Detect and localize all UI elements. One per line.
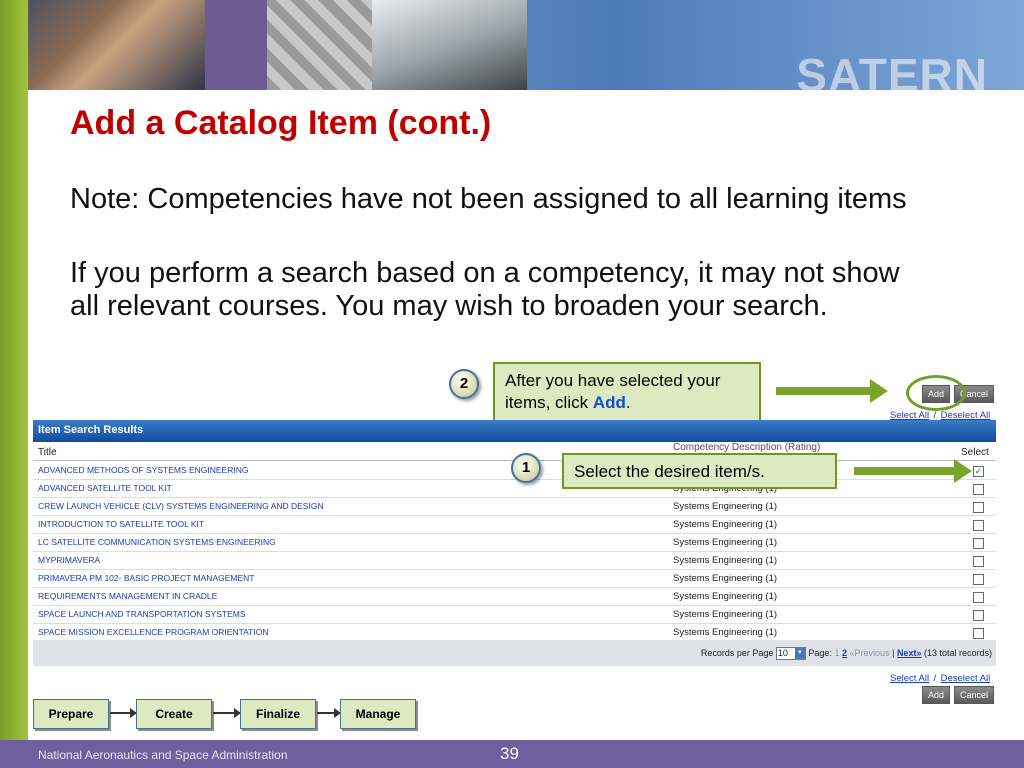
table-row: SPACE LAUNCH AND TRANSPORTATION SYSTEMS S… (33, 606, 996, 624)
deselect-all-link-bottom[interactable]: Deselect All (941, 673, 991, 684)
callout-step-1: Select the desired item/s. (562, 453, 837, 489)
row-competency: Systems Engineering (1) (673, 519, 778, 530)
total-records: (13 total records) (923, 647, 992, 658)
page-label: Page: (808, 647, 832, 658)
add-button-bottom[interactable]: Add (922, 686, 950, 704)
checkbox[interactable] (973, 484, 984, 495)
checkbox[interactable] (973, 628, 984, 639)
row-competency: Systems Engineering (1) (673, 627, 778, 638)
checkbox[interactable] (973, 502, 984, 513)
select-all-link-bottom[interactable]: Select All (890, 673, 929, 684)
left-accent-bar (0, 0, 28, 740)
column-title: Title (38, 447, 57, 458)
table-row: ADVANCED SATELLITE TOOL KITSystems Engin… (33, 480, 996, 498)
checkbox[interactable] (973, 538, 984, 549)
flow-step-create: Create (136, 699, 212, 729)
row-competency: Systems Engineering (1) (673, 591, 778, 602)
checkbox[interactable] (973, 520, 984, 531)
select-links-bottom: Select All / Deselect All (890, 668, 990, 686)
records-per-page-value: 10 (777, 648, 788, 658)
chevron-down-icon: ▼ (794, 648, 805, 659)
step-1-badge: 1 (511, 453, 541, 483)
column-select: Select (961, 447, 989, 458)
row-title-link[interactable]: INTRODUCTION TO SATELLITE TOOL KIT (38, 519, 204, 529)
pager-divider: | (892, 647, 895, 658)
slide: SATERN Add a Catalog Item (cont.) Note: … (0, 0, 1024, 768)
header-banner: SATERN (0, 0, 1024, 90)
slide-title: Add a Catalog Item (cont.) (70, 104, 492, 142)
row-title-link[interactable]: CREW LAUNCH VEHICLE (CLV) SYSTEMS ENGINE… (38, 501, 324, 511)
flow-arrow-icon (213, 708, 241, 718)
table-row: LC SATELLITE COMMUNICATION SYSTEMS ENGIN… (33, 534, 996, 552)
footer-agency: National Aeronautics and Space Administr… (38, 748, 288, 762)
pattern-photo (267, 0, 372, 90)
link-separator: / (933, 673, 937, 684)
row-title-link[interactable]: PRIMAVERA PM 102- BASIC PROJECT MANAGEME… (38, 573, 254, 583)
checkbox[interactable] (973, 574, 984, 585)
arrow-to-checkbox-icon (854, 459, 972, 483)
row-competency: Systems Engineering (1) (673, 501, 778, 512)
table-row: MYPRIMAVERA Systems Engineering (1) (33, 552, 996, 570)
row-title-link[interactable]: SPACE LAUNCH AND TRANSPORTATION SYSTEMS (38, 609, 246, 619)
row-title-link[interactable]: REQUIREMENTS MANAGEMENT IN CRADLE (38, 591, 217, 601)
flow-step-manage: Manage (340, 699, 416, 729)
records-per-page-select[interactable]: 10 ▼ (775, 647, 806, 660)
row-competency: Systems Engineering (1) (673, 609, 778, 620)
page-2-link[interactable]: 2 (842, 648, 847, 658)
satern-logo: SATERN (796, 49, 988, 90)
row-competency: Systems Engineering (1) (673, 537, 778, 548)
callout-step-2: After you have selected your items, clic… (493, 362, 761, 424)
checkbox[interactable] (973, 610, 984, 621)
arrow-to-add-icon (776, 379, 888, 403)
checked-checkbox[interactable]: ✓ (973, 466, 984, 477)
column-competency: Competency Description (Rating) (673, 442, 821, 453)
page-1: 1 (834, 647, 840, 658)
table-row: INTRODUCTION TO SATELLITE TOOL KIT System… (33, 516, 996, 534)
row-title-link[interactable]: ADVANCED SATELLITE TOOL KIT (38, 483, 172, 493)
footer-bar: National Aeronautics and Space Administr… (0, 740, 1024, 768)
row-title-link[interactable]: SPACE MISSION EXCELLENCE PROGRAM ORIENTA… (38, 627, 268, 637)
page-number: 39 (500, 744, 519, 763)
step-2-badge: 2 (449, 369, 479, 399)
row-title-link[interactable]: ADVANCED METHODS OF SYSTEMS ENGINEERING (38, 465, 248, 475)
table-row: PRIMAVERA PM 102- BASIC PROJECT MANAGEME… (33, 570, 996, 588)
records-per-page-label: Records per Page (700, 647, 774, 658)
table-row: REQUIREMENTS MANAGEMENT IN CRADLE Systems… (33, 588, 996, 606)
callout-step-2-end: . (625, 393, 631, 412)
flow-arrow-icon (317, 708, 341, 718)
checkbox[interactable] (973, 592, 984, 603)
people-photo (0, 0, 205, 90)
flow-arrow-icon (110, 708, 137, 718)
previous-link: «Previous (849, 647, 890, 658)
row-competency: Systems Engineering (1) (673, 555, 778, 566)
flow-step-prepare: Prepare (33, 699, 109, 729)
next-link[interactable]: Next» (897, 648, 922, 658)
callout-step-2-emphasis: Add (592, 393, 626, 412)
banner-purple-strip (205, 0, 267, 90)
row-competency: Systems Engineering (1) (673, 573, 778, 584)
note-text: Note: Competencies have not been assigne… (70, 183, 907, 215)
keyboard-photo (372, 0, 527, 90)
checkbox[interactable] (973, 556, 984, 567)
table-row: CREW LAUNCH VEHICLE (CLV) SYSTEMS ENGINE… (33, 498, 996, 516)
row-title-link[interactable]: LC SATELLITE COMMUNICATION SYSTEMS ENGIN… (38, 537, 276, 547)
pager-bar: Records per Page 10 ▼ Page: 1 2 «Previous… (33, 640, 996, 666)
cancel-button-bottom[interactable]: Cancel (954, 686, 994, 704)
panel-heading: Item Search Results (33, 420, 996, 442)
row-title-link[interactable]: MYPRIMAVERA (38, 555, 100, 565)
pager-controls: Records per Page 10 ▼ Page: 1 2 «Previous… (701, 647, 992, 660)
paragraph-text: If you perform a search based on a compe… (70, 257, 900, 322)
flow-step-finalize: Finalize (240, 699, 316, 729)
